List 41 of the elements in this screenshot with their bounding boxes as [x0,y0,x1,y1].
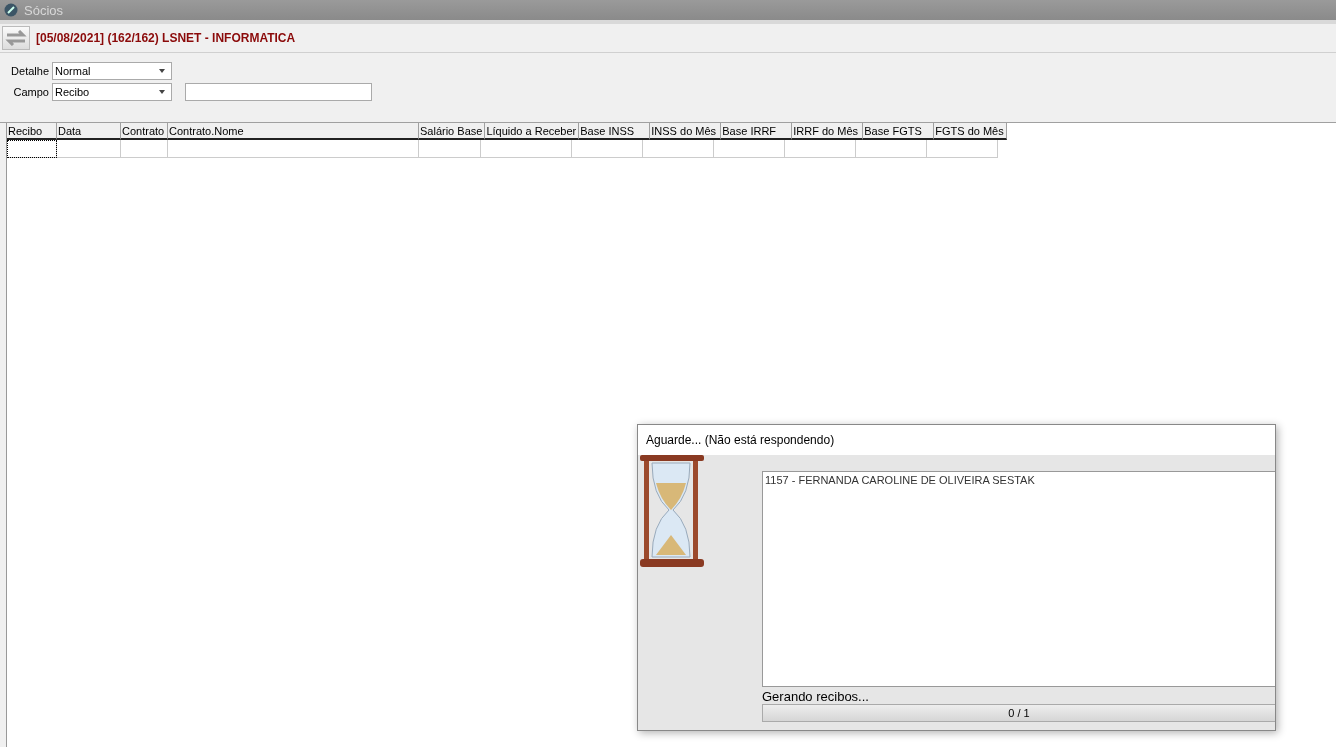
dropdown-field[interactable]: Recibo [52,83,172,101]
column-header[interactable]: Base IRRF [721,123,793,140]
field-label: Detalhe [10,65,49,77]
header-title: [05/08/2021] (162/162) LSNET - INFORMATICA [36,31,296,45]
app-icon [4,3,18,17]
swap-button[interactable] [2,26,30,50]
field-label: Campo [12,86,49,98]
empty-grid-cell[interactable] [856,140,927,158]
empty-grid-cell[interactable] [714,140,785,158]
dropdown-caret-icon [159,90,165,94]
column-header[interactable]: Contrato [121,123,168,140]
empty-grid-cell[interactable] [7,140,57,158]
column-header[interactable]: Base INSS [579,123,651,140]
empty-grid-cell[interactable] [927,140,998,158]
search-field[interactable] [185,83,372,101]
dropdown-field[interactable]: Normal [52,62,172,80]
column-header[interactable]: Recibo [7,123,57,140]
log-line: 1157 - FERNANDA CAROLINE DE OLIVEIRA SESTAK [765,474,1035,486]
progress-reading: 0 / 1 [1008,707,1030,719]
window-title: Sócios [24,2,64,18]
column-header[interactable]: Salário Base [419,123,486,140]
column-header[interactable]: Líquido a Receber [485,123,580,140]
empty-grid-cell[interactable] [481,140,572,158]
hourglass-icon [640,455,704,567]
column-header[interactable]: INSS do Mês [650,123,722,140]
empty-grid-cell[interactable] [168,140,419,158]
dropdown-caret-icon [159,69,165,73]
empty-grid-cell[interactable] [643,140,714,158]
empty-grid-cell[interactable] [419,140,481,158]
empty-grid-cell[interactable] [572,140,643,158]
column-header[interactable]: Base FGTS [863,123,935,140]
empty-grid-cell[interactable] [121,140,168,158]
column-header[interactable]: IRRF do Mês [792,123,864,140]
column-header[interactable]: FGTS do Mês [934,123,1007,140]
column-header[interactable]: Data [57,123,121,140]
swap-arrows-icon [5,30,27,46]
status-text: Gerando recibos... [762,689,870,704]
empty-grid-cell[interactable] [785,140,856,158]
dialog-title: Aguarde... (Não está respondendo) [638,425,1275,455]
empty-grid-cell[interactable] [57,140,121,158]
column-header[interactable]: Contrato.Nome [168,123,419,140]
